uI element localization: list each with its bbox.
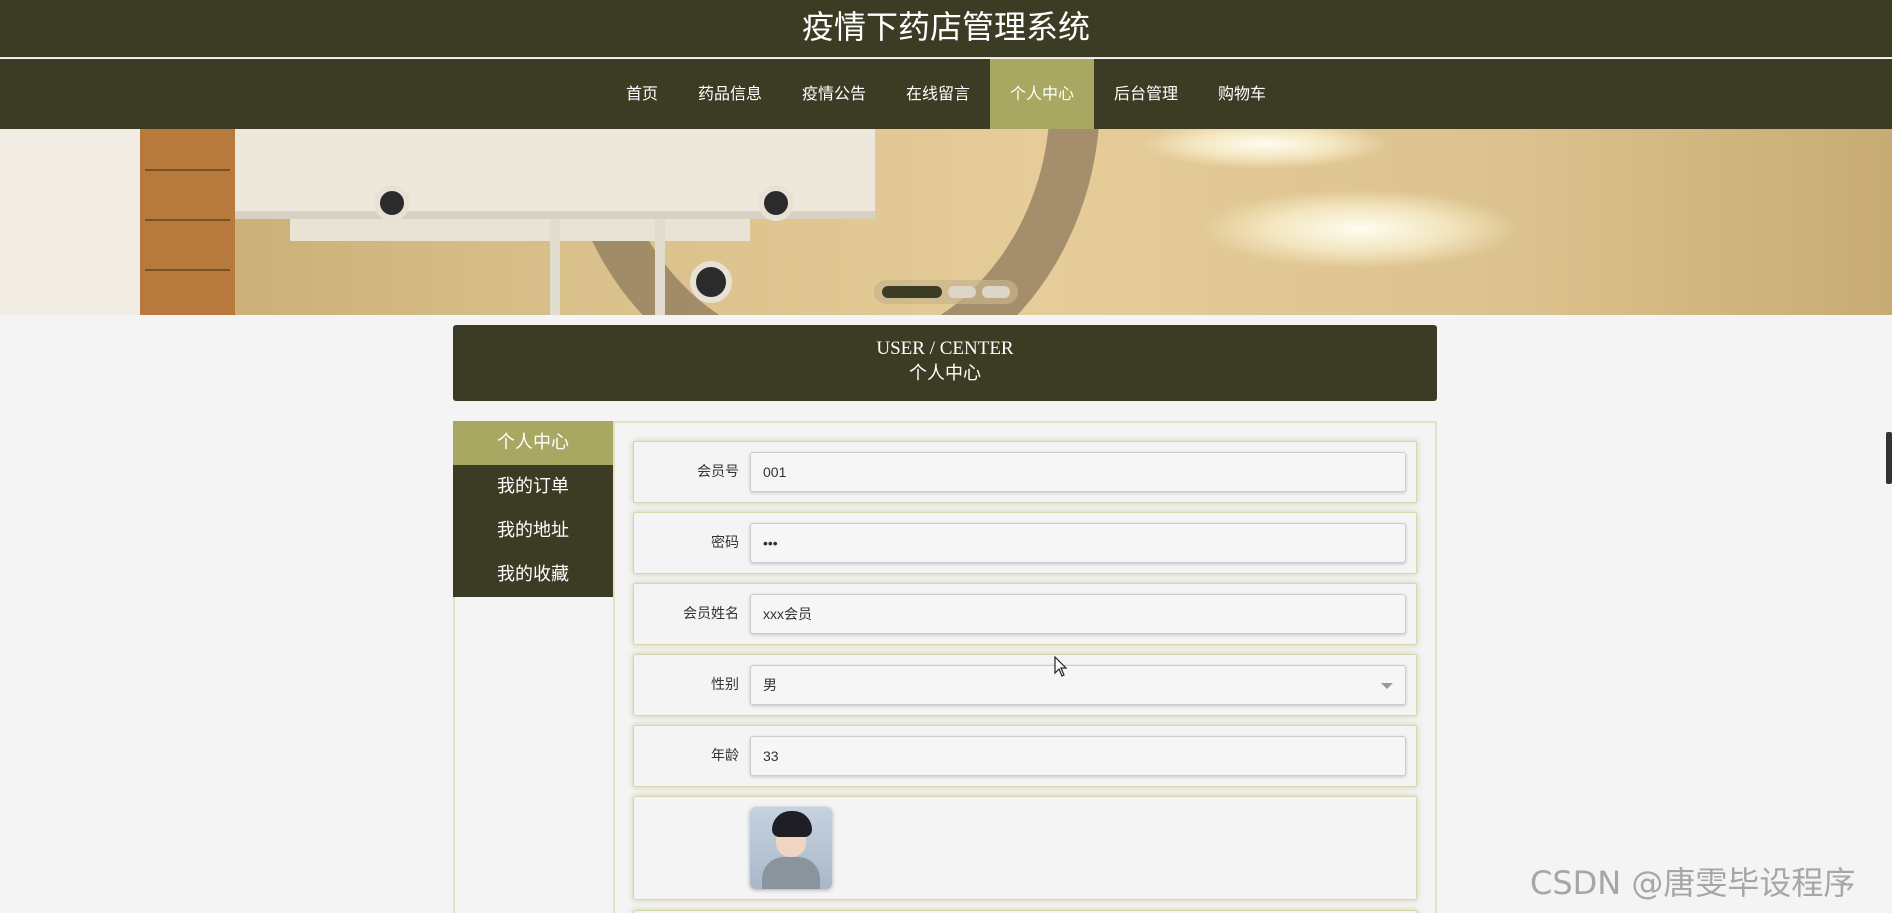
form-row-age: 年龄 33 <box>633 725 1417 787</box>
carousel-dot-3[interactable] <box>982 286 1010 298</box>
sidebar-item-my-address[interactable]: 我的地址 <box>453 509 613 553</box>
sidebar-item-my-favorites[interactable]: 我的收藏 <box>453 553 613 597</box>
mouse-cursor-icon <box>1054 656 1068 677</box>
member-no-input[interactable]: 001 <box>750 452 1406 492</box>
form-row-gender: 性别 男 <box>633 654 1417 716</box>
nav-item-home[interactable]: 首页 <box>606 59 678 129</box>
form-row-member-no: 会员号 001 <box>633 441 1417 503</box>
section-title-cn: 个人中心 <box>909 363 981 383</box>
form-row-photo <box>633 796 1417 900</box>
section-header: USER / CENTER 个人中心 <box>453 325 1437 401</box>
nav-item-admin[interactable]: 后台管理 <box>1094 59 1198 129</box>
nav-item-online-message[interactable]: 在线留言 <box>886 59 990 129</box>
member-no-label: 会员号 <box>697 464 739 480</box>
nav-item-epidemic-notice[interactable]: 疫情公告 <box>782 59 886 129</box>
main-nav: 首页 药品信息 疫情公告 在线留言 个人中心 后台管理 购物车 <box>0 59 1892 129</box>
section-title-en: USER / CENTER <box>876 338 1014 359</box>
top-header: 疫情下药店管理系统 <box>0 0 1892 58</box>
carousel-dot-2[interactable] <box>948 286 976 298</box>
avatar[interactable] <box>750 807 832 889</box>
watermark: CSDN @唐雯毕设程序 <box>1530 864 1856 902</box>
password-label: 密码 <box>711 535 739 551</box>
site-title: 疫情下药店管理系统 <box>801 8 1090 46</box>
banner-carousel[interactable] <box>0 129 1892 315</box>
sidebar-divider <box>613 421 615 913</box>
form-row-member-name: 会员姓名 xxx会员 <box>633 583 1417 645</box>
chevron-down-icon <box>1381 683 1393 689</box>
banner-cabinet <box>0 129 235 315</box>
gender-label: 性别 <box>711 677 739 693</box>
member-name-label: 会员姓名 <box>683 606 739 622</box>
gender-select[interactable]: 男 <box>750 665 1406 705</box>
password-input[interactable]: ••• <box>750 523 1406 563</box>
member-name-input[interactable]: xxx会员 <box>750 594 1406 634</box>
nav-item-cart[interactable]: 购物车 <box>1198 59 1286 129</box>
carousel-dot-1[interactable] <box>882 286 942 298</box>
age-input[interactable]: 33 <box>750 736 1406 776</box>
nav-item-user-center[interactable]: 个人中心 <box>990 59 1095 129</box>
user-sidebar: 个人中心 我的订单 我的地址 我的收藏 <box>453 421 613 597</box>
gender-value: 男 <box>763 677 777 693</box>
sidebar-item-user-center[interactable]: 个人中心 <box>453 421 613 465</box>
age-label: 年龄 <box>711 748 739 764</box>
form-row-password: 密码 ••• <box>633 512 1417 574</box>
scrollbar-handle[interactable] <box>1886 432 1892 484</box>
nav-item-medicine-info[interactable]: 药品信息 <box>678 59 782 129</box>
sidebar-item-my-orders[interactable]: 我的订单 <box>453 465 613 509</box>
carousel-indicators <box>874 280 1018 304</box>
